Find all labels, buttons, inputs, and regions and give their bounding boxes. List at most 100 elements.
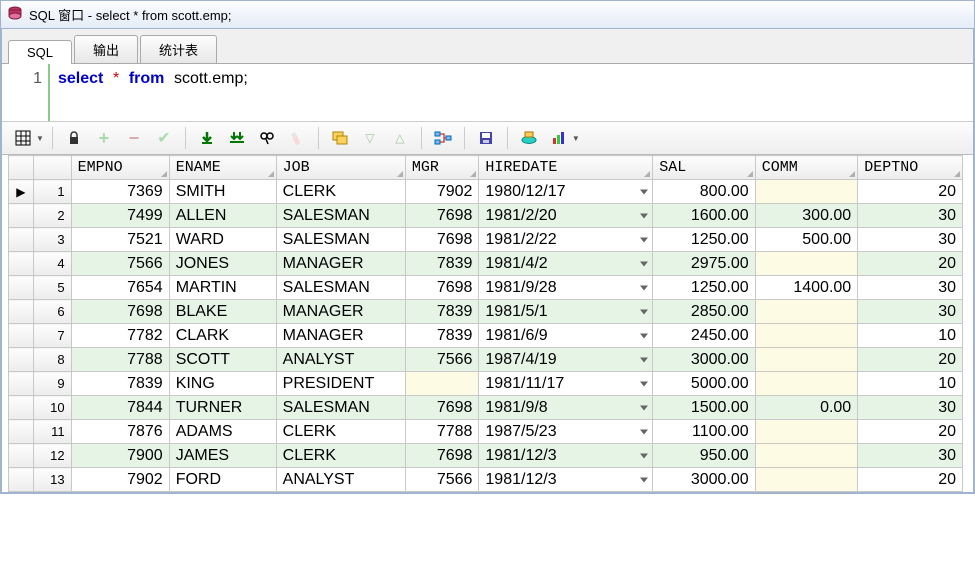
table-row[interactable]: 27499ALLENSALESMAN76981981/2/201600.0030… [9,204,963,228]
cell-hiredate[interactable]: 1981/9/8 [479,396,653,420]
column-header-hiredate[interactable]: HIREDATE [479,156,653,180]
cell-hiredate[interactable]: 1981/4/2 [479,252,653,276]
cell-empno[interactable]: 7369 [71,180,169,204]
row-indicator[interactable] [9,372,34,396]
table-row[interactable]: 37521WARDSALESMAN76981981/2/221250.00500… [9,228,963,252]
cell-sal[interactable]: 3000.00 [653,348,756,372]
row-number-header[interactable] [33,156,71,180]
row-indicator-header[interactable] [9,156,34,180]
cell-hiredate[interactable]: 1987/5/23 [479,420,653,444]
cell-job[interactable]: MANAGER [276,300,405,324]
cell-deptno[interactable]: 30 [858,300,963,324]
row-number[interactable]: 13 [33,468,71,492]
cell-sal[interactable]: 1250.00 [653,228,756,252]
row-indicator[interactable] [9,252,34,276]
row-indicator[interactable] [9,396,34,420]
cell-comm[interactable]: 300.00 [755,204,858,228]
cell-hiredate[interactable]: 1981/2/22 [479,228,653,252]
row-number[interactable]: 6 [33,300,71,324]
result-grid[interactable]: EMPNOENAMEJOBMGRHIREDATESALCOMMDEPTNO ▶1… [2,155,973,492]
table-row[interactable]: ▶17369SMITHCLERK79021980/12/17800.0020 [9,180,963,204]
cell-empno[interactable]: 7499 [71,204,169,228]
sql-editor[interactable]: 1 select * from scott.emp; [2,64,973,122]
cell-hiredate[interactable]: 1981/11/17 [479,372,653,396]
date-picker-icon[interactable] [640,357,648,362]
column-header-job[interactable]: JOB [276,156,405,180]
table-row[interactable]: 127900JAMESCLERK76981981/12/3950.0030 [9,444,963,468]
tab-输出[interactable]: 输出 [74,35,138,63]
cell-job[interactable]: SALESMAN [276,204,405,228]
cell-mgr[interactable]: 7788 [405,420,479,444]
row-number[interactable]: 12 [33,444,71,468]
save-button[interactable] [473,126,499,150]
cell-deptno[interactable]: 30 [858,204,963,228]
cell-hiredate[interactable]: 1987/4/19 [479,348,653,372]
column-header-mgr[interactable]: MGR [405,156,479,180]
find-button[interactable] [254,126,280,150]
row-number[interactable]: 3 [33,228,71,252]
cell-job[interactable]: CLERK [276,180,405,204]
cell-empno[interactable]: 7900 [71,444,169,468]
post-button[interactable]: ✔ [151,126,177,150]
cell-comm[interactable] [755,468,858,492]
column-header-empno[interactable]: EMPNO [71,156,169,180]
date-picker-icon[interactable] [640,405,648,410]
cell-ename[interactable]: MARTIN [169,276,276,300]
cell-comm[interactable]: 0.00 [755,396,858,420]
cell-empno[interactable]: 7788 [71,348,169,372]
cell-mgr[interactable]: 7902 [405,180,479,204]
cell-sal[interactable]: 1250.00 [653,276,756,300]
cell-ename[interactable]: WARD [169,228,276,252]
fetch-page-button[interactable] [194,126,220,150]
date-picker-icon[interactable] [640,429,648,434]
table-row[interactable]: 67698BLAKEMANAGER78391981/5/12850.0030 [9,300,963,324]
cell-job[interactable]: ANALYST [276,348,405,372]
date-picker-icon[interactable] [640,453,648,458]
cell-empno[interactable]: 7521 [71,228,169,252]
row-indicator[interactable]: ▶ [9,180,34,204]
row-indicator[interactable] [9,324,34,348]
delete-row-button[interactable]: − [121,126,147,150]
row-number[interactable]: 11 [33,420,71,444]
sql-text[interactable]: select * from scott.emp; [50,64,256,121]
row-indicator[interactable] [9,300,34,324]
cell-hiredate[interactable]: 1981/6/9 [479,324,653,348]
add-row-button[interactable]: + [91,126,117,150]
cell-empno[interactable]: 7566 [71,252,169,276]
tab-SQL[interactable]: SQL [8,40,72,64]
cell-empno[interactable]: 7782 [71,324,169,348]
row-number[interactable]: 10 [33,396,71,420]
row-number[interactable]: 8 [33,348,71,372]
cell-job[interactable]: MANAGER [276,324,405,348]
date-picker-icon[interactable] [640,189,648,194]
cell-sal[interactable]: 2450.00 [653,324,756,348]
query-by-example-button[interactable] [430,126,456,150]
cell-mgr[interactable]: 7698 [405,228,479,252]
row-number[interactable]: 7 [33,324,71,348]
cell-deptno[interactable]: 30 [858,228,963,252]
cell-sal[interactable]: 2850.00 [653,300,756,324]
cell-hiredate[interactable]: 1981/12/3 [479,468,653,492]
cell-ename[interactable]: TURNER [169,396,276,420]
cell-comm[interactable] [755,180,858,204]
cell-hiredate[interactable]: 1981/12/3 [479,444,653,468]
cell-mgr[interactable]: 7839 [405,324,479,348]
export-button[interactable] [516,126,542,150]
table-row[interactable]: 87788SCOTTANALYST75661987/4/193000.0020 [9,348,963,372]
table-row[interactable]: 77782CLARKMANAGER78391981/6/92450.0010 [9,324,963,348]
row-number[interactable]: 5 [33,276,71,300]
cell-ename[interactable]: ADAMS [169,420,276,444]
cell-ename[interactable]: SCOTT [169,348,276,372]
cell-comm[interactable] [755,372,858,396]
cell-sal[interactable]: 2975.00 [653,252,756,276]
row-indicator[interactable] [9,276,34,300]
row-indicator[interactable] [9,420,34,444]
cell-ename[interactable]: JONES [169,252,276,276]
sort-asc-button[interactable]: △ [387,126,413,150]
tab-统计表[interactable]: 统计表 [140,35,217,63]
cell-deptno[interactable]: 20 [858,468,963,492]
cell-deptno[interactable]: 10 [858,324,963,348]
row-number[interactable]: 9 [33,372,71,396]
cell-sal[interactable]: 950.00 [653,444,756,468]
cell-mgr[interactable]: 7698 [405,396,479,420]
